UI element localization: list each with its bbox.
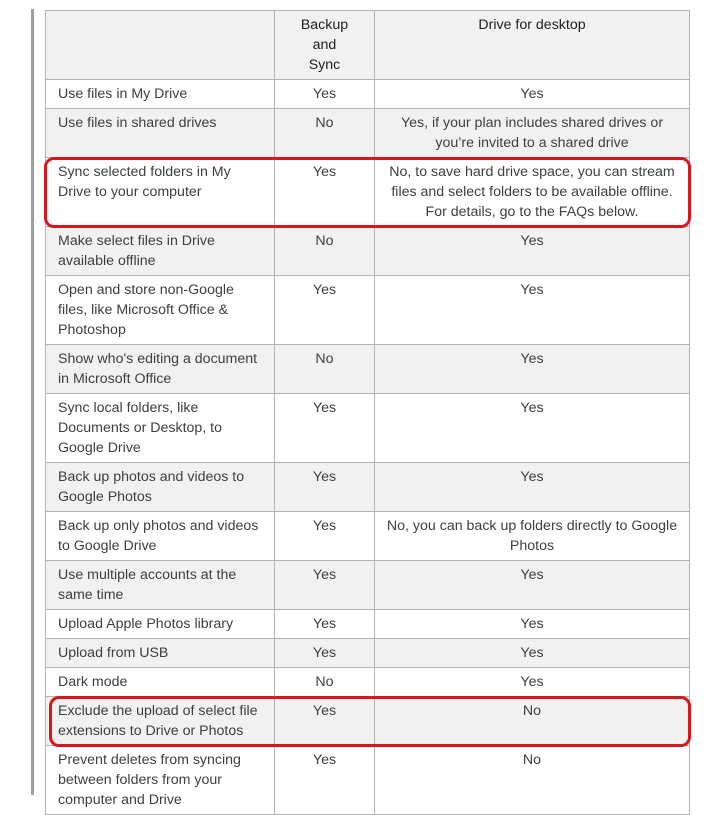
table-row: Back up photos and videos to Google Phot…	[45, 462, 690, 512]
table-row: Prevent deletes from syncing between fol…	[45, 745, 690, 815]
feature-cell: Open and store non-Google files, like Mi…	[45, 275, 275, 345]
table-row: Upload from USB Yes Yes	[45, 638, 690, 668]
table-row: Upload Apple Photos library Yes Yes	[45, 609, 690, 639]
header-drive-for-desktop: Drive for desktop	[374, 10, 690, 80]
feature-cell: Upload Apple Photos library	[45, 609, 275, 639]
quote-side-rule	[31, 9, 34, 795]
drive-for-desktop-cell: No, you can back up folders directly to …	[374, 511, 690, 561]
feature-cell: Dark mode	[45, 667, 275, 697]
table-row: Make select files in Drive available off…	[45, 226, 690, 276]
table-row: Sync selected folders in My Drive to you…	[45, 157, 690, 227]
drive-for-desktop-cell: Yes	[374, 638, 690, 668]
backup-and-sync-cell: Yes	[274, 745, 375, 815]
backup-and-sync-cell: Yes	[274, 79, 375, 109]
feature-cell: Back up photos and videos to Google Phot…	[45, 462, 275, 512]
table-row: Dark mode No Yes	[45, 667, 690, 697]
drive-for-desktop-cell: No, to save hard drive space, you can st…	[374, 157, 690, 227]
header-backup-and-sync: Backup and Sync	[274, 10, 375, 80]
backup-and-sync-cell: Yes	[274, 462, 375, 512]
backup-and-sync-cell: Yes	[274, 157, 375, 227]
feature-cell: Exclude the upload of select file extens…	[45, 696, 275, 746]
drive-for-desktop-cell: Yes	[374, 393, 690, 463]
drive-for-desktop-cell: Yes	[374, 560, 690, 610]
feature-cell: Use files in My Drive	[45, 79, 275, 109]
table-row: Exclude the upload of select file extens…	[45, 696, 690, 746]
backup-and-sync-cell: Yes	[274, 275, 375, 345]
feature-cell: Sync local folders, like Documents or De…	[45, 393, 275, 463]
feature-cell: Show who's editing a document in Microso…	[45, 344, 275, 394]
backup-and-sync-cell: Yes	[274, 560, 375, 610]
drive-for-desktop-cell: Yes	[374, 609, 690, 639]
backup-and-sync-cell: Yes	[274, 696, 375, 746]
feature-cell: Back up only photos and videos to Google…	[45, 511, 275, 561]
backup-and-sync-cell: No	[274, 344, 375, 394]
backup-and-sync-cell: Yes	[274, 638, 375, 668]
backup-and-sync-cell: Yes	[274, 609, 375, 639]
drive-for-desktop-cell: Yes	[374, 79, 690, 109]
feature-cell: Upload from USB	[45, 638, 275, 668]
table-row: Open and store non-Google files, like Mi…	[45, 275, 690, 345]
table-row: Back up only photos and videos to Google…	[45, 511, 690, 561]
drive-for-desktop-cell: Yes	[374, 226, 690, 276]
drive-for-desktop-cell: Yes, if your plan includes shared drives…	[374, 108, 690, 158]
feature-cell: Use multiple accounts at the same time	[45, 560, 275, 610]
drive-for-desktop-cell: Yes	[374, 667, 690, 697]
backup-and-sync-cell: Yes	[274, 511, 375, 561]
comparison-table: Backup and Sync Drive for desktop Use fi…	[45, 10, 690, 815]
header-row: Backup and Sync Drive for desktop	[45, 10, 690, 80]
feature-cell: Sync selected folders in My Drive to you…	[45, 157, 275, 227]
drive-for-desktop-cell: No	[374, 745, 690, 815]
backup-and-sync-cell: Yes	[274, 393, 375, 463]
feature-cell: Make select files in Drive available off…	[45, 226, 275, 276]
feature-cell: Prevent deletes from syncing between fol…	[45, 745, 275, 815]
drive-for-desktop-cell: Yes	[374, 275, 690, 345]
drive-for-desktop-cell: Yes	[374, 344, 690, 394]
header-feature	[45, 10, 275, 80]
table-body: Use files in My Drive Yes Yes Use files in…	[45, 79, 690, 815]
backup-and-sync-cell: No	[274, 108, 375, 158]
table-row: Use multiple accounts at the same time Ye…	[45, 560, 690, 610]
drive-for-desktop-cell: No	[374, 696, 690, 746]
feature-cell: Use files in shared drives	[45, 108, 275, 158]
drive-for-desktop-cell: Yes	[374, 462, 690, 512]
table-row: Show who's editing a document in Microso…	[45, 344, 690, 394]
table-row: Sync local folders, like Documents or De…	[45, 393, 690, 463]
table-row: Use files in My Drive Yes Yes	[45, 79, 690, 109]
backup-and-sync-cell: No	[274, 226, 375, 276]
backup-and-sync-cell: No	[274, 667, 375, 697]
table-row: Use files in shared drives No Yes, if your…	[45, 108, 690, 158]
